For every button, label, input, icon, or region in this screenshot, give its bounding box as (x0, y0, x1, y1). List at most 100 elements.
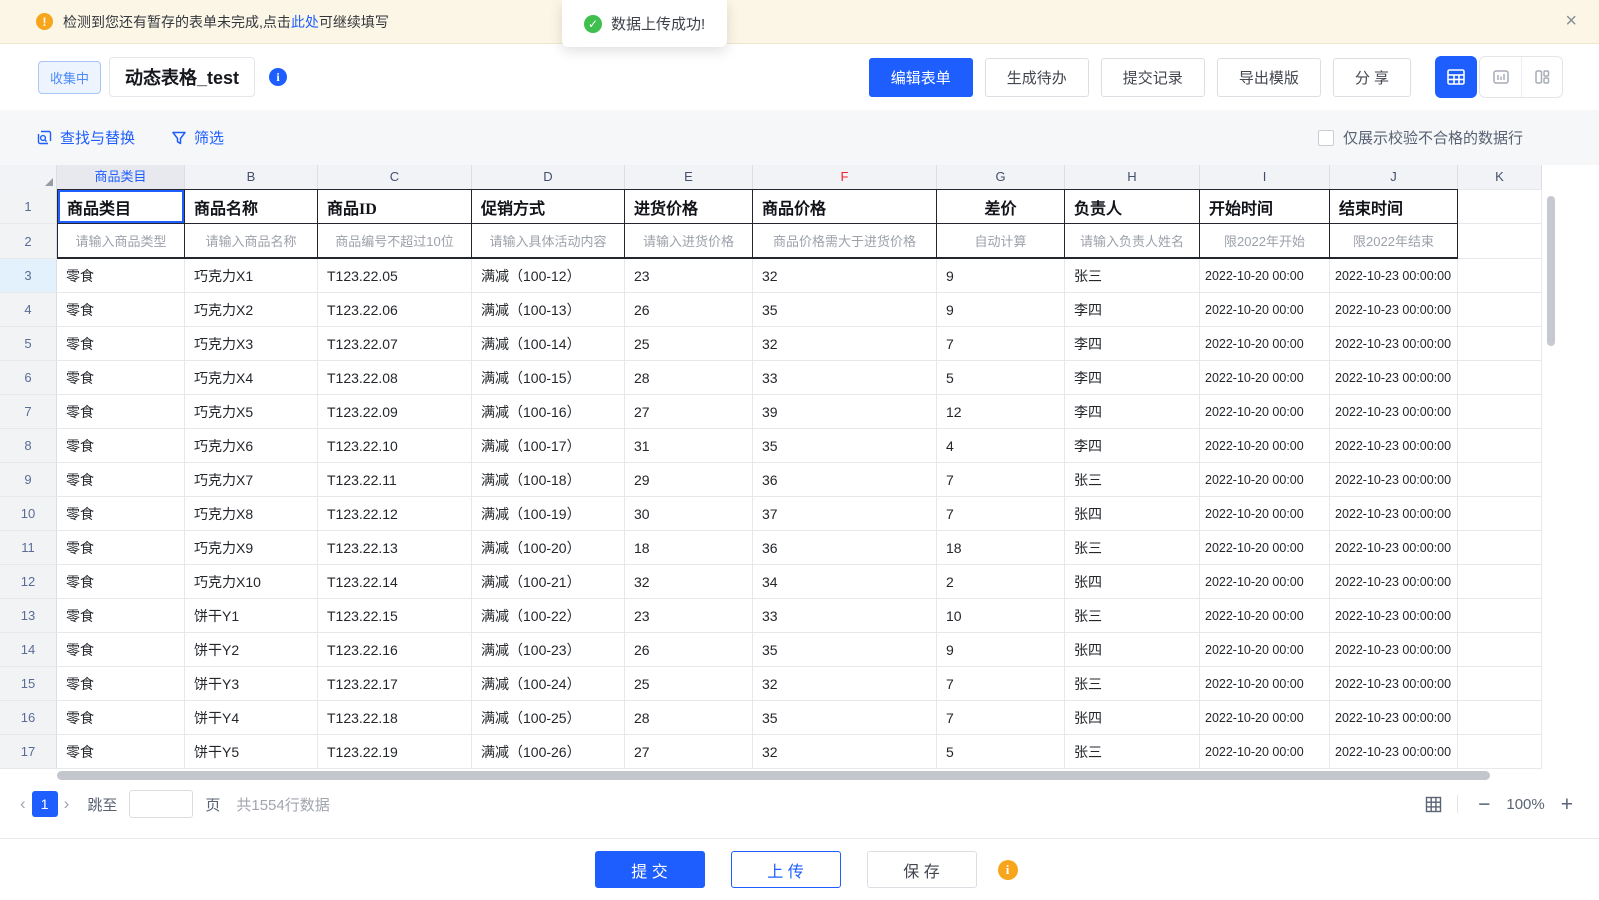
cell[interactable]: 36 (753, 531, 937, 565)
row-number[interactable]: 17 (0, 735, 57, 769)
cell[interactable]: 2022-10-20 00:00 (1200, 701, 1330, 735)
row-number[interactable]: 1 (0, 189, 57, 224)
cell[interactable]: 34 (753, 565, 937, 599)
cell[interactable] (1458, 531, 1542, 565)
edit-form-button[interactable]: 编辑表单 (869, 58, 973, 97)
cell[interactable]: T123.22.15 (318, 599, 472, 633)
cell[interactable]: 18 (625, 531, 753, 565)
cell[interactable]: 饼干Y1 (185, 599, 318, 633)
vertical-scrollbar-thumb[interactable] (1547, 196, 1555, 346)
cell[interactable]: 2022-10-20 00:00 (1200, 259, 1330, 293)
cell[interactable]: 26 (625, 633, 753, 667)
cell[interactable]: 4 (937, 429, 1065, 463)
cell[interactable]: 零食 (57, 463, 185, 497)
cell[interactable]: T123.22.16 (318, 633, 472, 667)
cell[interactable]: 7 (937, 463, 1065, 497)
cell[interactable]: 32 (753, 667, 937, 701)
cell[interactable] (1458, 259, 1542, 293)
row-number[interactable]: 2 (0, 224, 57, 259)
cell[interactable]: 39 (753, 395, 937, 429)
cell[interactable]: 满减（100-24） (472, 667, 625, 701)
cell[interactable] (1458, 327, 1542, 361)
cell[interactable] (1458, 497, 1542, 531)
chevron-right-icon[interactable]: › (58, 794, 76, 814)
cell[interactable]: 2022-10-20 00:00 (1200, 735, 1330, 769)
placeholder-cell[interactable]: 限2022年开始 (1200, 224, 1330, 259)
cell[interactable]: 满减（100-14） (472, 327, 625, 361)
cell[interactable]: 30 (625, 497, 753, 531)
save-button[interactable]: 保 存 (867, 851, 977, 888)
submission-records-button[interactable]: 提交记录 (1101, 58, 1205, 97)
zoom-in-icon[interactable]: + (1555, 794, 1579, 815)
cell[interactable]: 零食 (57, 599, 185, 633)
cell[interactable] (1458, 633, 1542, 667)
cell[interactable]: 李四 (1065, 429, 1200, 463)
cell[interactable]: 满减（100-17） (472, 429, 625, 463)
cell[interactable]: 2022-10-20 00:00 (1200, 633, 1330, 667)
cell[interactable]: 2022-10-23 00:00:00 (1330, 327, 1458, 361)
table-view-icon[interactable] (1435, 56, 1477, 98)
cell[interactable]: 18 (937, 531, 1065, 565)
column-letter-E[interactable]: E (625, 165, 753, 189)
jump-page-input[interactable] (129, 790, 193, 818)
cell[interactable]: 巧克力X8 (185, 497, 318, 531)
cell[interactable]: 10 (937, 599, 1065, 633)
header-cell[interactable]: 负责人 (1065, 189, 1200, 224)
cell[interactable]: 巧克力X10 (185, 565, 318, 599)
cell[interactable]: T123.22.08 (318, 361, 472, 395)
cell[interactable]: 张三 (1065, 463, 1200, 497)
cell[interactable]: 12 (937, 395, 1065, 429)
column-letter-F[interactable]: F (753, 165, 937, 189)
cell[interactable]: 零食 (57, 395, 185, 429)
cell[interactable]: 35 (753, 633, 937, 667)
cell[interactable]: T123.22.10 (318, 429, 472, 463)
cell[interactable] (1458, 429, 1542, 463)
header-cell[interactable]: 商品ID (318, 189, 472, 224)
cell[interactable]: 满减（100-23） (472, 633, 625, 667)
cell[interactable]: 零食 (57, 497, 185, 531)
column-letter-G[interactable]: G (937, 165, 1065, 189)
cell[interactable]: 巧克力X2 (185, 293, 318, 327)
cell[interactable]: 5 (937, 361, 1065, 395)
cell[interactable]: 5 (937, 735, 1065, 769)
cell[interactable]: 饼干Y4 (185, 701, 318, 735)
cell[interactable]: 满减（100-15） (472, 361, 625, 395)
cell[interactable]: 29 (625, 463, 753, 497)
cell[interactable]: 2022-10-23 00:00:00 (1330, 497, 1458, 531)
cell[interactable]: 李四 (1065, 327, 1200, 361)
cell[interactable]: 2022-10-23 00:00:00 (1330, 633, 1458, 667)
cell[interactable]: 满减（100-25） (472, 701, 625, 735)
column-letter-K[interactable]: K (1458, 165, 1542, 189)
cell[interactable]: 2022-10-20 00:00 (1200, 361, 1330, 395)
header-cell[interactable]: 进货价格 (625, 189, 753, 224)
cell[interactable]: 9 (937, 293, 1065, 327)
current-page-button[interactable]: 1 (32, 791, 58, 817)
cell[interactable]: T123.22.14 (318, 565, 472, 599)
header-cell[interactable]: 开始时间 (1200, 189, 1330, 224)
row-number[interactable]: 3 (0, 259, 57, 293)
cell[interactable]: 巧克力X6 (185, 429, 318, 463)
column-letter-I[interactable]: I (1200, 165, 1330, 189)
close-icon[interactable]: × (1565, 11, 1577, 31)
cell[interactable]: 满减（100-22） (472, 599, 625, 633)
cell[interactable]: 2022-10-23 00:00:00 (1330, 361, 1458, 395)
cell[interactable]: 巧克力X3 (185, 327, 318, 361)
placeholder-cell[interactable] (1458, 224, 1542, 259)
cell[interactable]: 满减（100-16） (472, 395, 625, 429)
cell[interactable]: T123.22.18 (318, 701, 472, 735)
cell[interactable]: 2022-10-20 00:00 (1200, 531, 1330, 565)
cell[interactable]: 满减（100-26） (472, 735, 625, 769)
cell[interactable]: 李四 (1065, 293, 1200, 327)
cell[interactable]: 零食 (57, 565, 185, 599)
share-button[interactable]: 分 享 (1333, 58, 1411, 97)
column-letter-C[interactable]: C (318, 165, 472, 189)
row-number[interactable]: 15 (0, 667, 57, 701)
cell[interactable]: 35 (753, 701, 937, 735)
placeholder-cell[interactable]: 自动计算 (937, 224, 1065, 259)
placeholder-cell[interactable]: 商品编号不超过10位 (318, 224, 472, 259)
row-number[interactable]: 5 (0, 327, 57, 361)
cell[interactable]: 2022-10-23 00:00:00 (1330, 463, 1458, 497)
cell[interactable]: 2022-10-23 00:00:00 (1330, 599, 1458, 633)
cell[interactable] (1458, 361, 1542, 395)
cell[interactable]: 23 (625, 259, 753, 293)
